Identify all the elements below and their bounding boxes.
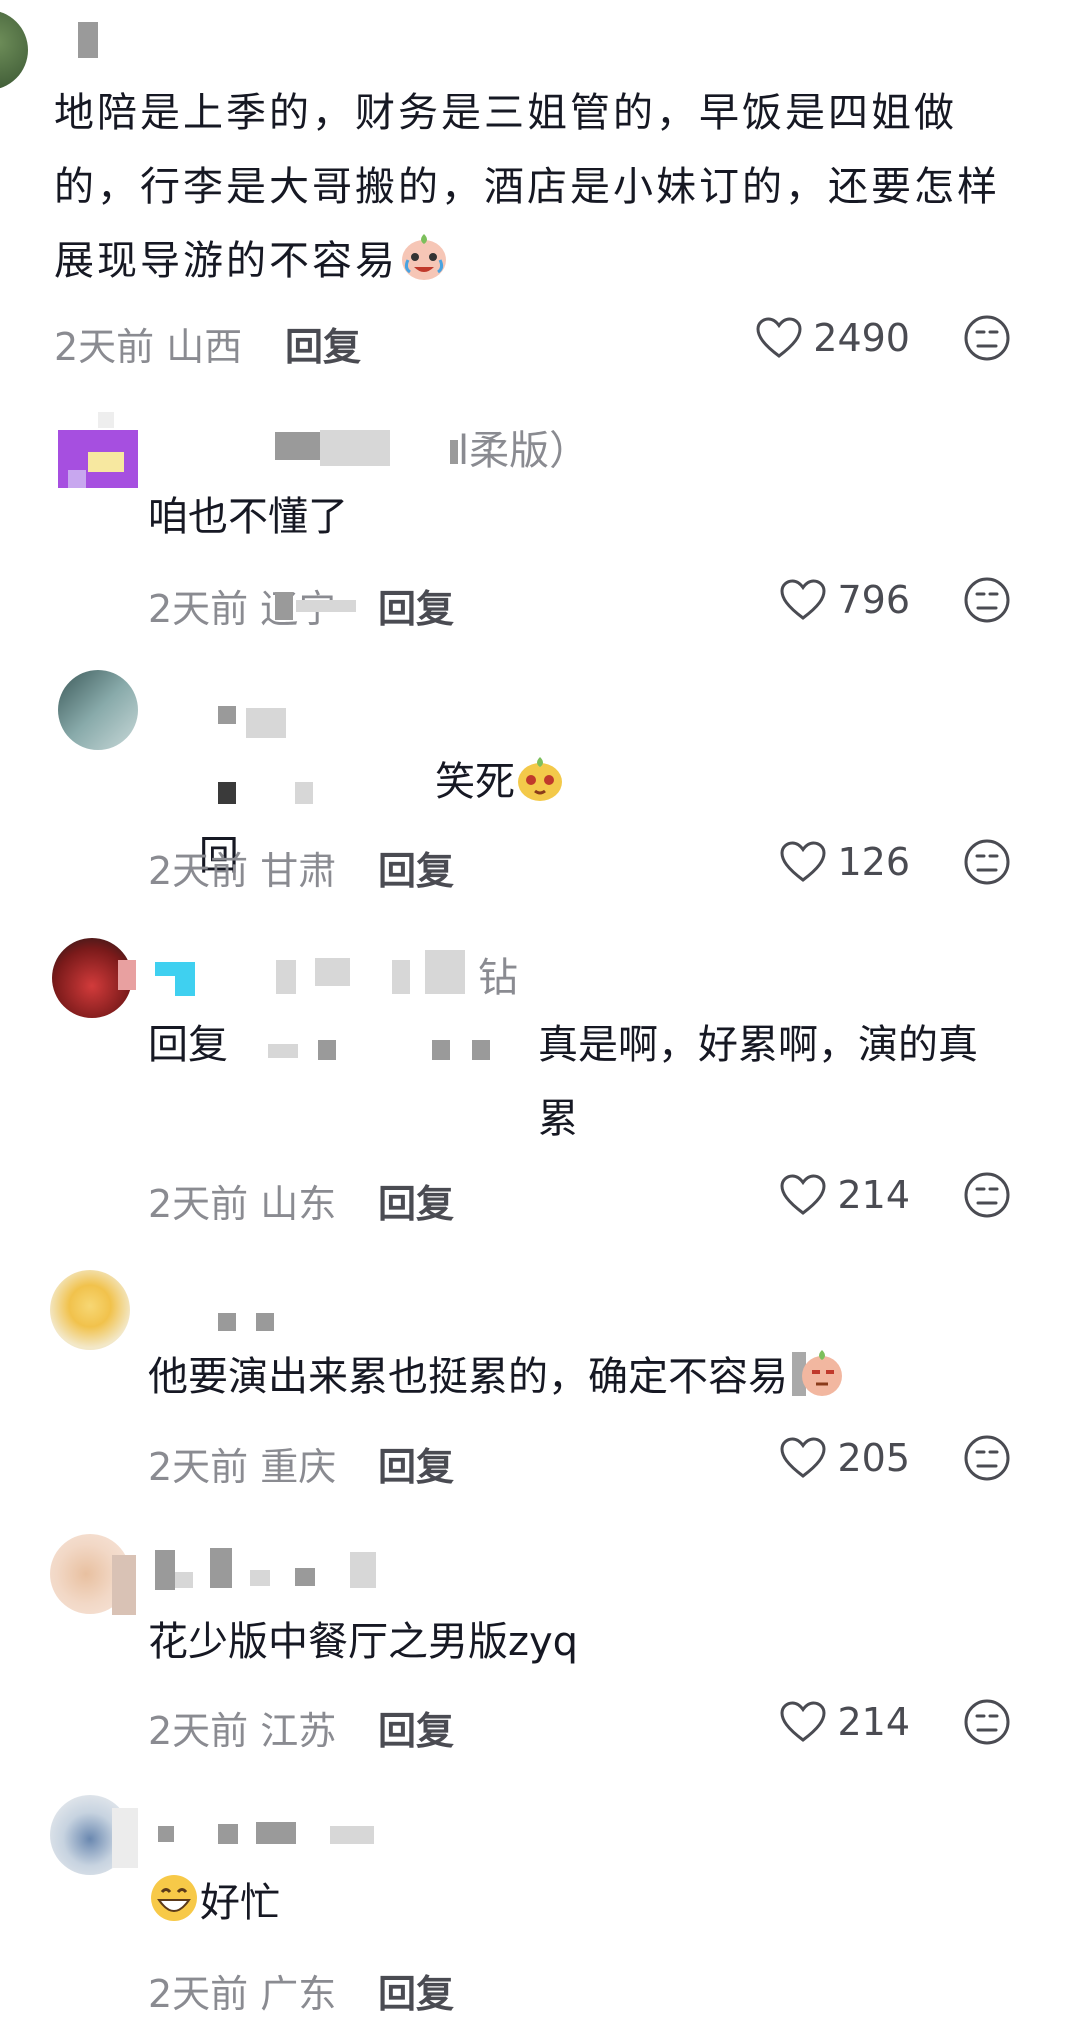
like-count: 214 [837, 1173, 910, 1217]
like-button[interactable]: 214 [779, 1165, 910, 1225]
comment-meta: 2天前 山西 回复 2490 [0, 308, 1080, 371]
mention-redacted[interactable] [295, 782, 313, 804]
username-redacted[interactable] [210, 1548, 232, 1588]
neutral-face-icon[interactable] [962, 1697, 1012, 1747]
location-redacted [296, 600, 356, 612]
neutral-face-icon[interactable] [962, 575, 1012, 625]
mention-redacted[interactable] [472, 1040, 490, 1060]
comment-meta: 2天前 山东 回复 214 [0, 1165, 1080, 1228]
username-redacted[interactable] [320, 430, 390, 466]
username-redacted[interactable] [155, 1550, 175, 1590]
like-count: 126 [837, 840, 910, 884]
like-button[interactable]: 126 [779, 832, 910, 892]
neutral-face-icon[interactable] [962, 313, 1012, 363]
username-suffix[interactable]: l柔版） [458, 418, 589, 476]
username-redacted[interactable] [256, 1822, 296, 1844]
reply-button[interactable]: 回复 [378, 1173, 454, 1228]
neutral-face-icon[interactable] [962, 837, 1012, 887]
grinning-emoji-icon [151, 1875, 197, 1921]
avatar[interactable] [58, 670, 138, 750]
like-button[interactable]: 2490 [755, 308, 910, 368]
like-button[interactable]: 796 [779, 570, 910, 630]
mention-redacted[interactable] [318, 1040, 336, 1060]
reply-button[interactable]: 回复 [378, 1700, 454, 1755]
like-button[interactable]: 214 [779, 1692, 910, 1752]
timestamp-location: 2天前 甘肃 [148, 849, 337, 893]
username-redacted[interactable] [158, 1826, 174, 1842]
avatar-badge [118, 960, 136, 990]
avatar[interactable] [0, 10, 28, 90]
like-count: 2490 [813, 316, 910, 360]
comment-text: 他要演出来累也挺累的，确定不容易 [148, 1340, 1048, 1414]
username-redacted[interactable] [218, 1824, 238, 1844]
timestamp-location: 2天前 山东 [148, 1182, 337, 1226]
timestamp-location: 2天前 江苏 [148, 1709, 337, 1753]
username-redacted[interactable] [315, 958, 350, 986]
comment-meta: 2天前 甘肃 回复 126 [0, 832, 1080, 895]
username-redacted[interactable] [392, 960, 410, 994]
avatar-badge [112, 1808, 138, 1868]
username-redacted[interactable] [175, 1572, 193, 1588]
comment-meta: 2天前 重庆 回复 205 [0, 1428, 1080, 1491]
comment-text-prefix: 回复 [148, 1022, 228, 1068]
username-redacted[interactable] [275, 432, 320, 460]
like-count: 796 [837, 578, 910, 622]
username-redacted[interactable] [256, 1313, 274, 1331]
username-redacted[interactable] [246, 708, 286, 738]
comment-text: 地陪是上季的，财务是三姐管的，早饭是四姐做的，行李是大哥搬的，酒店是小妹订的，还… [54, 90, 1000, 284]
neutral-face-icon[interactable] [962, 1170, 1012, 1220]
comment-meta: 2天前 广东 回复 [0, 1955, 1080, 2016]
username-redacted[interactable] [295, 1568, 315, 1586]
username-redacted[interactable] [450, 440, 458, 464]
username-redacted[interactable] [78, 22, 98, 58]
like-count: 205 [837, 1436, 910, 1480]
username-redacted[interactable] [250, 1570, 270, 1586]
reply-button[interactable]: 回复 [378, 840, 454, 895]
username-redacted[interactable] [350, 1552, 376, 1588]
comment-text: 咱也不懂了 [148, 494, 348, 540]
avatar-badge [112, 1555, 136, 1615]
reply-button[interactable]: 回复 [285, 316, 361, 371]
comment-text: 真是啊，好累啊，演的真累 [538, 1022, 978, 1142]
comment-text: 笑死 [435, 745, 565, 819]
mention-redacted[interactable] [432, 1040, 450, 1060]
like-count: 214 [837, 1700, 910, 1744]
heart-outline-icon [780, 841, 826, 882]
mention-redacted[interactable] [218, 782, 236, 804]
username-redacted[interactable] [276, 960, 296, 994]
heart-outline-icon [780, 1437, 826, 1478]
reply-button[interactable]: 回复 [378, 1436, 454, 1491]
heart-outline-icon [780, 1174, 826, 1215]
neutral-face-icon[interactable] [962, 1433, 1012, 1483]
comment-text: 花少版中餐厅之男版zyq [148, 1619, 579, 1665]
side-eye-emoji-icon [792, 1350, 842, 1396]
heart-outline-icon [780, 1701, 826, 1742]
username-redacted[interactable] [175, 962, 195, 996]
username-suffix[interactable]: 钻 [478, 945, 518, 1003]
like-button[interactable]: 205 [779, 1428, 910, 1488]
comment-text: 好忙 [148, 1866, 1028, 1940]
heart-outline-icon [756, 317, 802, 358]
location-redacted [275, 592, 293, 620]
reply-button[interactable]: 回复 [378, 578, 454, 633]
smug-face-emoji-icon [518, 757, 562, 801]
avatar[interactable] [50, 1270, 130, 1350]
username-redacted[interactable] [218, 1313, 236, 1331]
timestamp-location: 2天前 山西 [54, 325, 243, 369]
timestamp-location: 2天前 重庆 [148, 1445, 337, 1489]
comment-meta: 2天前 辽宁 回复 796 [0, 570, 1080, 633]
username-redacted[interactable] [425, 950, 465, 994]
crying-laughing-emoji-icon [402, 234, 446, 280]
heart-outline-icon [780, 579, 826, 620]
avatar[interactable] [58, 412, 138, 492]
mention-redacted[interactable] [268, 1044, 298, 1058]
username-redacted[interactable] [218, 706, 236, 724]
username-redacted[interactable] [330, 1826, 374, 1844]
comment-meta: 2天前 江苏 回复 214 [0, 1692, 1080, 1755]
